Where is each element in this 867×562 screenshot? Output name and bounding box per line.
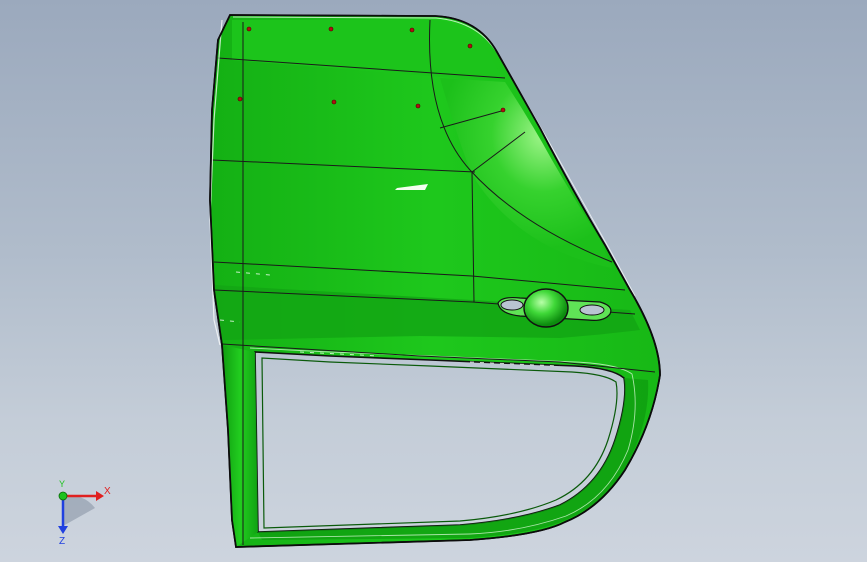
z-axis-label: Z <box>59 536 65 547</box>
frame-left-shade <box>222 345 258 547</box>
orientation-triad[interactable]: X Y Z <box>40 478 130 548</box>
x-axis-arrow-icon <box>96 491 104 501</box>
handle-slot-right <box>579 304 605 316</box>
x-axis-label: X <box>104 486 111 497</box>
triad-shadow <box>63 495 95 526</box>
model-view[interactable] <box>0 0 867 562</box>
y-axis-dot-icon <box>58 491 68 501</box>
handle-knob[interactable] <box>523 288 569 328</box>
z-axis-arrow-icon <box>58 526 68 534</box>
handle-slot-left <box>500 299 524 311</box>
graphics-viewport[interactable]: X Y Z <box>0 0 867 562</box>
y-axis-label: Y <box>59 479 65 489</box>
frame-right-shade <box>258 378 649 540</box>
